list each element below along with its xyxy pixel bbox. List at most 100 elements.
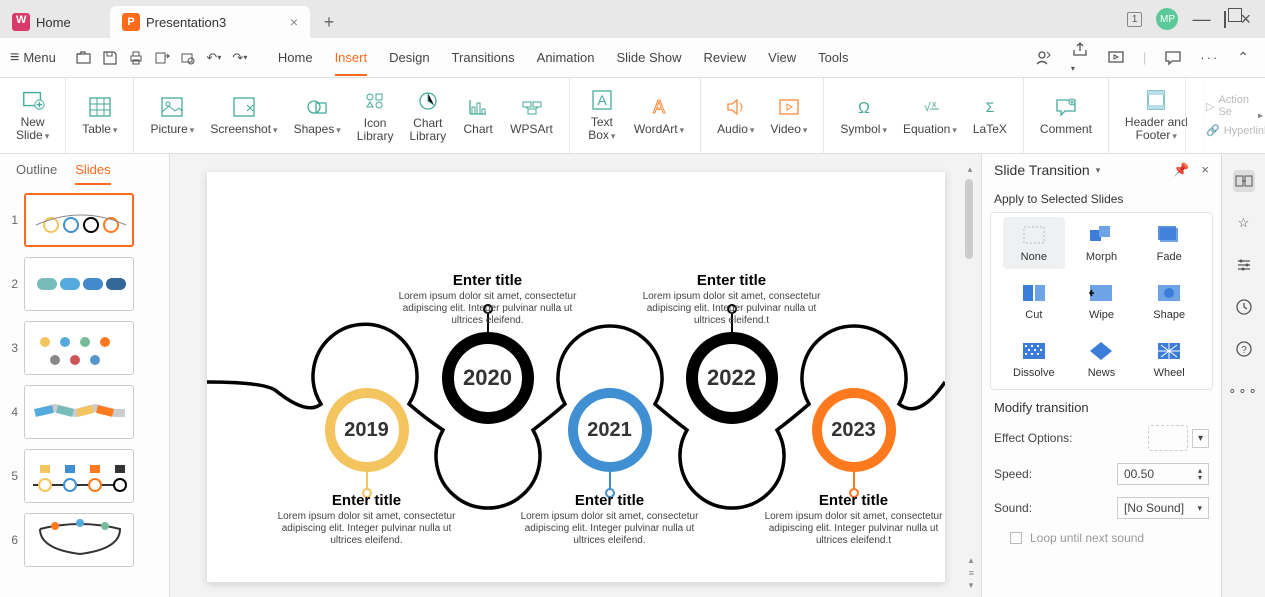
ribbon-overflow[interactable]: ▷Action Se 🔗Hyperlink ▸ <box>1185 78 1265 153</box>
tab-home[interactable]: Home <box>0 6 110 38</box>
close-tab-icon[interactable]: × <box>290 14 298 30</box>
timeline-text: Lorem ipsum dolor sit amet, consectetur … <box>637 291 827 327</box>
share-icon[interactable]: ▾ <box>1071 41 1089 74</box>
ribbon-new-slide[interactable]: NewSlide <box>8 78 57 153</box>
transition-dissolve[interactable]: Dissolve <box>1003 333 1065 385</box>
vertical-scrollbar[interactable]: ▴ <box>965 164 975 564</box>
fade-icon <box>1155 223 1183 247</box>
timeline-title: Enter title <box>515 492 705 509</box>
scroll-buttons[interactable]: ▴≡▾ <box>969 555 974 591</box>
minimize-button[interactable]: — <box>1192 9 1210 30</box>
loop-checkbox[interactable] <box>1010 532 1022 544</box>
ribbon-icon-lib[interactable]: IconLibrary <box>349 78 402 153</box>
morph-icon <box>1087 223 1115 247</box>
ribbon-chart[interactable]: Chart <box>454 78 502 153</box>
transition-label: News <box>1088 367 1116 379</box>
transition-fade[interactable]: Fade <box>1138 217 1200 269</box>
transition-tool-icon[interactable] <box>1233 170 1255 192</box>
thumb-row-1[interactable]: 1 <box>6 193 163 247</box>
ribbon-picture[interactable]: Picture <box>142 78 202 153</box>
save-icon[interactable] <box>100 48 120 68</box>
ribbon-screenshot[interactable]: Screenshot <box>202 78 285 153</box>
ribbon-table[interactable]: Table <box>74 78 125 153</box>
menu-tab-animation[interactable]: Animation <box>537 50 595 65</box>
transition-shape[interactable]: Shape <box>1138 275 1200 327</box>
thumb-6[interactable] <box>24 513 134 567</box>
menu-tab-insert[interactable]: Insert <box>335 50 368 76</box>
ribbon-latex[interactable]: ΣLaTeX <box>965 78 1015 153</box>
speed-input[interactable]: 00.50 ▴▾ <box>1117 463 1209 485</box>
comment-icon[interactable] <box>1164 49 1182 67</box>
help-tool-icon[interactable]: ? <box>1233 338 1255 360</box>
close-pane-icon[interactable]: × <box>1201 162 1209 178</box>
open-icon[interactable] <box>74 48 94 68</box>
ribbon-comment[interactable]: Comment <box>1032 78 1100 153</box>
ribbon-chart-lib[interactable]: ChartLibrary <box>401 78 454 153</box>
right-toolbar: ☆ ? ∘∘∘ <box>1221 154 1265 597</box>
thumb-row-3[interactable]: 3 <box>6 321 163 375</box>
transition-wipe[interactable]: Wipe <box>1071 275 1133 327</box>
tab-file[interactable]: P Presentation3 × <box>110 6 310 38</box>
export-icon[interactable] <box>152 48 172 68</box>
transition-label: Wheel <box>1154 367 1185 379</box>
menu-tab-design[interactable]: Design <box>389 50 429 65</box>
year-circle: 2019 <box>341 404 393 456</box>
ribbon-header-footer[interactable]: Header andFooter <box>1117 78 1196 153</box>
slides-tab[interactable]: Slides <box>75 162 110 185</box>
more-tools-icon[interactable]: ∘∘∘ <box>1233 380 1255 402</box>
ribbon-audio[interactable]: Audio <box>709 78 762 153</box>
undo-icon[interactable]: ↶▾ <box>204 48 224 68</box>
pin-icon[interactable]: 📌 <box>1173 162 1189 178</box>
outline-tab[interactable]: Outline <box>16 162 57 185</box>
thumb-row-2[interactable]: 2 <box>6 257 163 311</box>
transition-cut[interactable]: Cut <box>1003 275 1065 327</box>
present-icon[interactable] <box>1107 49 1125 67</box>
ribbon-video[interactable]: Video <box>762 78 815 153</box>
thumb-row-4[interactable]: 4 <box>6 385 163 439</box>
ribbon-shapes[interactable]: Shapes <box>286 78 349 153</box>
menu-tab-slide-show[interactable]: Slide Show <box>616 50 681 65</box>
window-badge[interactable]: 1 <box>1127 12 1143 27</box>
menu-tab-home[interactable]: Home <box>278 50 313 65</box>
print-preview-icon[interactable] <box>178 48 198 68</box>
thumb-4[interactable] <box>24 385 134 439</box>
menu-tab-tools[interactable]: Tools <box>818 50 848 65</box>
menu-tab-review[interactable]: Review <box>704 50 747 65</box>
thumb-row-6[interactable]: 6 <box>6 513 163 567</box>
user-avatar[interactable]: MP <box>1156 8 1178 30</box>
sound-select[interactable]: [No Sound] ▾ <box>1117 497 1209 519</box>
ribbon-textbox[interactable]: ATextBox <box>578 78 626 153</box>
history-tool-icon[interactable] <box>1233 296 1255 318</box>
edit-user-icon[interactable] <box>1035 49 1053 67</box>
more-icon[interactable]: ··· <box>1200 50 1219 65</box>
ribbon-label: WordArt <box>634 123 684 137</box>
header-footer-icon <box>1144 88 1168 112</box>
settings-tool-icon[interactable] <box>1233 254 1255 276</box>
thumb-row-5[interactable]: 5 <box>6 449 163 503</box>
redo-icon[interactable]: ↷▾ <box>230 48 250 68</box>
presentation-icon: P <box>122 13 140 31</box>
transition-none[interactable]: None <box>1003 217 1065 269</box>
menu-tab-transitions[interactable]: Transitions <box>452 50 515 65</box>
print-icon[interactable] <box>126 48 146 68</box>
effect-options-dropdown[interactable]: ▾ <box>1192 429 1209 448</box>
transition-wheel[interactable]: Wheel <box>1138 333 1200 385</box>
thumb-5[interactable] <box>24 449 134 503</box>
ribbon-symbol[interactable]: ΩSymbol <box>832 78 895 153</box>
year-circle: 2020 <box>458 348 518 408</box>
menu-button[interactable]: ≡ Menu <box>0 38 66 77</box>
thumb-3[interactable] <box>24 321 134 375</box>
ribbon-wordart[interactable]: AWordArt <box>626 78 692 153</box>
ribbon-equation[interactable]: √xEquation <box>895 78 965 153</box>
thumb-2[interactable] <box>24 257 134 311</box>
add-tab-button[interactable]: + <box>310 6 348 38</box>
star-tool-icon[interactable]: ☆ <box>1233 212 1255 234</box>
thumb-1[interactable] <box>24 193 134 247</box>
transition-morph[interactable]: Morph <box>1071 217 1133 269</box>
slide-canvas[interactable]: 2019 Enter title Lorem ipsum dolor sit ame… <box>207 172 945 582</box>
menu-tab-view[interactable]: View <box>768 50 796 65</box>
restore-button[interactable] <box>1224 12 1226 27</box>
collapse-ribbon-icon[interactable]: ⌃ <box>1237 49 1249 66</box>
ribbon-wpsart[interactable]: WPSArt <box>502 78 561 153</box>
transition-news[interactable]: News <box>1071 333 1133 385</box>
